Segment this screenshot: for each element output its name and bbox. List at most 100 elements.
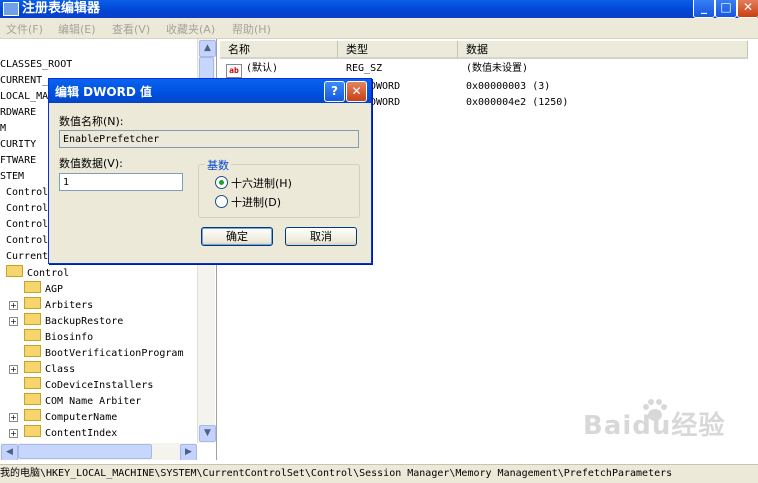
value-type: DWORD	[370, 81, 401, 92]
tree-item[interactable]: FTWARE	[0, 153, 36, 169]
column-header-name[interactable]: 名称	[220, 41, 338, 59]
tree-item[interactable]: CoDeviceInstallers	[24, 377, 153, 393]
expand-plus-icon[interactable]: +	[9, 429, 18, 438]
scroll-left-icon[interactable]: ◀	[1, 444, 18, 460]
value-data: 0x000004e2 (1250)	[466, 97, 569, 108]
list-row-name[interactable]: ab (默认)	[226, 61, 279, 78]
tree-item[interactable]: CURRENT_	[0, 73, 48, 89]
radio-hex-label: 十六进制(H)	[231, 177, 292, 190]
folder-icon	[24, 345, 41, 357]
tree-item-label: Class	[45, 364, 76, 375]
tree-item[interactable]: LOCAL_MA	[0, 89, 48, 105]
expand-plus-icon[interactable]: +	[9, 301, 18, 310]
folder-icon	[24, 297, 41, 309]
scroll-up-icon[interactable]: ▲	[199, 40, 216, 57]
tree-item[interactable]: ContentIndex	[24, 425, 117, 441]
value-data-input[interactable]: 1	[59, 173, 183, 191]
radio-decimal[interactable]: 十进制(D)	[215, 194, 281, 210]
folder-icon	[24, 281, 41, 293]
regedit-app-icon	[3, 2, 19, 16]
column-header-type[interactable]: 类型	[338, 41, 458, 59]
tree-item[interactable]: RDWARE	[0, 105, 36, 121]
folder-icon	[24, 329, 41, 341]
edit-dword-dialog: 编辑 DWORD 值 ? ✕ 数值名称(N): EnablePrefetcher…	[48, 78, 372, 264]
tree-item-label: AGP	[45, 284, 64, 295]
ok-button[interactable]: 确定	[201, 227, 273, 246]
base-group: 基数 十六进制(H) 十进制(D)	[198, 157, 360, 218]
tree-item[interactable]: M	[0, 121, 6, 137]
folder-icon	[24, 425, 41, 437]
tree-item[interactable]: Control	[6, 185, 48, 201]
menu-view[interactable]: 查看(V)	[112, 21, 150, 37]
dialog-title: 编辑 DWORD 值	[55, 85, 152, 99]
menu-help[interactable]: 帮助(H)	[232, 21, 271, 37]
tree-item-label: CoDeviceInstallers	[45, 380, 154, 391]
maximize-button[interactable]: □	[715, 0, 737, 18]
dialog-title-bar: 编辑 DWORD 值 ? ✕	[49, 79, 371, 103]
folder-icon	[24, 409, 41, 421]
tree-item-label: Control	[27, 268, 70, 279]
folder-icon	[24, 361, 41, 373]
menu-file[interactable]: 文件(F)	[6, 21, 43, 37]
scroll-thumb[interactable]	[18, 444, 152, 459]
tree-item-label: BackupRestore	[45, 316, 124, 327]
tree-item[interactable]: Current	[6, 249, 48, 265]
tree-item[interactable]: Control	[6, 233, 48, 249]
column-header-data[interactable]: 数据	[458, 41, 748, 59]
cancel-button[interactable]: 取消	[285, 227, 357, 246]
base-group-title: 基数	[205, 157, 231, 173]
tree-item[interactable]: ComputerName	[24, 409, 117, 425]
title-bar: 注册表编辑器 _ □ ✕	[0, 0, 758, 18]
folder-icon	[24, 313, 41, 325]
value-data: (数值未设置)	[466, 63, 529, 74]
tree-item-label: Arbiters	[45, 300, 94, 311]
value-name: (默认)	[246, 63, 279, 74]
folder-icon	[24, 393, 41, 405]
value-type: REG_SZ	[346, 63, 383, 74]
tree-item-label: Biosinfo	[45, 332, 94, 343]
close-button[interactable]: ✕	[737, 0, 758, 18]
menu-favorites[interactable]: 收藏夹(A)	[166, 21, 215, 37]
window-title: 注册表编辑器	[22, 1, 101, 16]
tree-item[interactable]: STEM	[0, 169, 24, 185]
radio-dec-label: 十进制(D)	[231, 196, 282, 209]
scroll-down-icon[interactable]: ▼	[199, 425, 216, 442]
value-name-field[interactable]: EnablePrefetcher	[59, 130, 359, 148]
value-data-label: 数值数据(V):	[59, 157, 123, 170]
expand-plus-icon[interactable]: +	[9, 317, 18, 326]
menu-edit[interactable]: 编辑(E)	[58, 21, 96, 37]
minimize-button[interactable]: _	[693, 0, 715, 18]
tree-item[interactable]: Class	[24, 361, 75, 377]
menu-bar: 文件(F) 编辑(E) 查看(V) 收藏夹(A) 帮助(H)	[0, 18, 758, 39]
tree-item[interactable]: COM Name Arbiter	[24, 393, 141, 409]
tree-item[interactable]: AGP	[24, 281, 63, 297]
tree-item-label: BootVerificationProgram	[45, 348, 184, 359]
scroll-right-icon[interactable]: ▶	[180, 444, 197, 460]
tree-item[interactable]: BackupRestore	[24, 313, 123, 329]
dialog-close-button[interactable]: ✕	[346, 81, 367, 102]
tree-item[interactable]: Arbiters	[24, 297, 93, 313]
expand-plus-icon[interactable]: +	[9, 365, 18, 374]
tree-item-label: COM Name Arbiter	[45, 396, 142, 407]
tree-horizontal-scrollbar[interactable]: ◀ ▶	[0, 443, 197, 460]
tree-item[interactable]: Biosinfo	[24, 329, 93, 345]
folder-icon	[24, 377, 41, 389]
open-folder-icon	[6, 265, 23, 277]
value-data: 0x00000003 (3)	[466, 81, 551, 92]
tree-item[interactable]: Control	[6, 217, 48, 233]
tree-item[interactable]: Control	[6, 201, 48, 217]
help-question-icon[interactable]: ?	[324, 81, 345, 102]
tree-item-label: ComputerName	[45, 412, 118, 423]
radio-unselected-icon[interactable]	[215, 195, 228, 208]
status-bar: 我的电脑\HKEY_LOCAL_MACHINE\SYSTEM\CurrentCo…	[0, 464, 758, 483]
value-name-label: 数值名称(N):	[59, 115, 124, 128]
radio-selected-icon[interactable]	[215, 176, 228, 189]
tree-item[interactable]: CLASSES_ROOT	[0, 57, 72, 73]
tree-item[interactable]: CURITY	[0, 137, 36, 153]
tree-item[interactable]: BootVerificationProgram	[24, 345, 183, 361]
tree-item-control-open[interactable]: Control	[6, 265, 69, 281]
expand-plus-icon[interactable]: +	[9, 413, 18, 422]
radio-hexadecimal[interactable]: 十六进制(H)	[215, 175, 292, 191]
baidu-watermark: Baidu经验	[583, 411, 726, 441]
value-type: DWORD	[370, 97, 401, 108]
